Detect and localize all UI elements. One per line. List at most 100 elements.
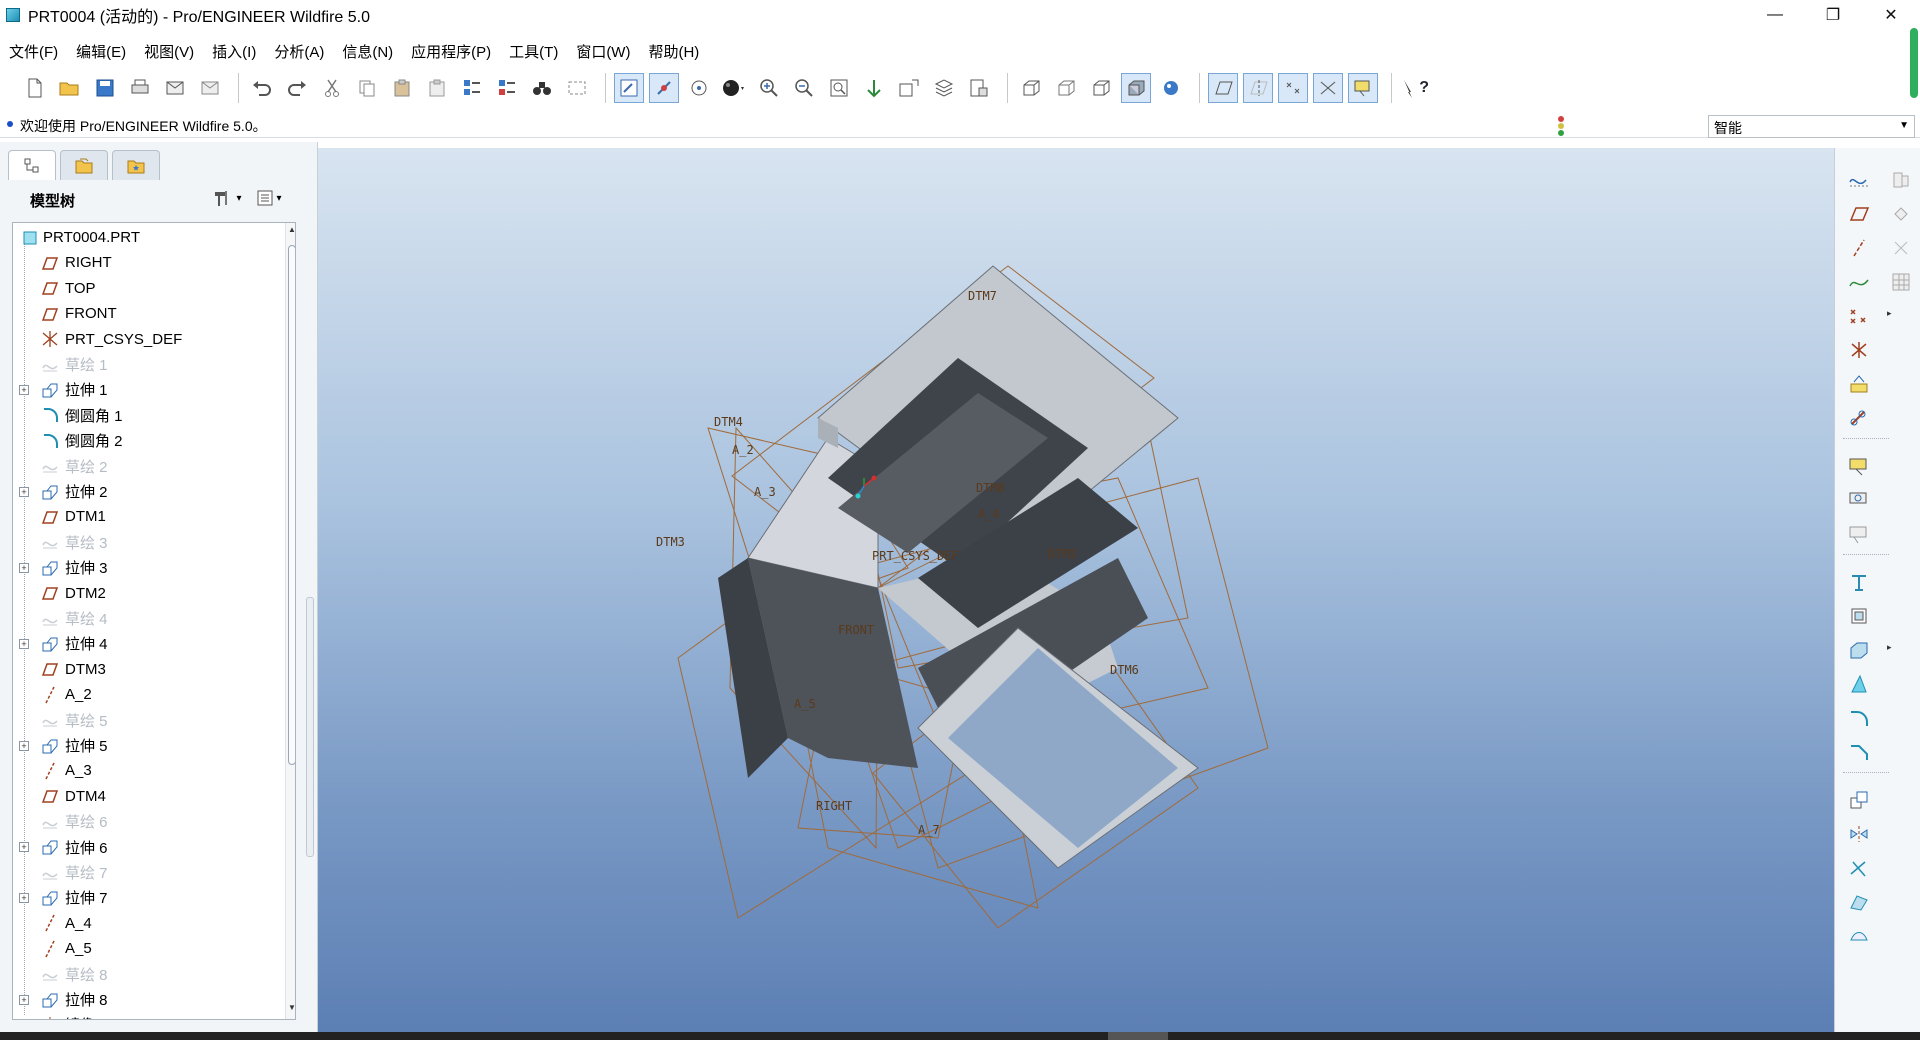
tree-item[interactable]: 草绘 4 [13, 606, 283, 631]
expand-arrow-icon[interactable]: ▸ [1887, 308, 1892, 319]
revolve-tool-button[interactable] [1845, 602, 1873, 630]
tree-expand-icon[interactable]: + [19, 384, 29, 395]
tree-show-button[interactable]: ▾ [248, 186, 290, 210]
regenerate-button[interactable] [457, 73, 487, 103]
chamfer-tool-button[interactable] [1845, 738, 1873, 766]
open-button[interactable] [55, 73, 85, 103]
redo-button[interactable] [282, 73, 312, 103]
appearance-button[interactable] [719, 73, 749, 103]
shell-tool-button[interactable] [1845, 636, 1873, 664]
tree-item[interactable]: + 拉伸 3 [13, 555, 283, 580]
rib-tool-button[interactable] [1845, 670, 1873, 698]
tree-item[interactable]: 倒圆角 2 [13, 428, 283, 453]
tree-item[interactable]: DTM4 [13, 784, 283, 809]
datum-points-toggle[interactable] [1278, 73, 1308, 103]
close-button[interactable]: ✕ [1862, 0, 1920, 30]
paste-button[interactable] [387, 73, 417, 103]
tree-item[interactable]: + 拉伸 1 [13, 377, 283, 402]
csys-toggle[interactable] [1313, 73, 1343, 103]
note-tool-button[interactable] [1845, 452, 1873, 480]
datum-curve-tool-button[interactable] [1845, 268, 1873, 296]
restore-button[interactable]: ❐ [1804, 0, 1862, 30]
pattern-tool-button[interactable] [1845, 786, 1873, 814]
tree-expand-icon[interactable]: + [19, 842, 29, 853]
menu-info[interactable]: 信息(N) [333, 41, 402, 62]
menu-tools[interactable]: 工具(T) [500, 41, 567, 62]
tree-item[interactable]: 草绘 5 [13, 708, 283, 733]
tree-item[interactable]: + 拉伸 5 [13, 733, 283, 758]
shrinkwrap-button[interactable] [1887, 234, 1915, 262]
tree-item[interactable]: + 拉伸 2 [13, 479, 283, 504]
zoom-in-button[interactable] [754, 73, 784, 103]
tree-item[interactable]: DTM3 [13, 657, 283, 682]
print-button[interactable] [125, 73, 155, 103]
menu-view[interactable]: 视图(V) [135, 41, 203, 62]
csys-tool-button[interactable] [1845, 336, 1873, 364]
tab-model-tree[interactable] [8, 150, 56, 180]
tree-item[interactable]: PRT_CSYS_DEF [13, 327, 283, 352]
datum-planes-toggle[interactable] [1208, 73, 1238, 103]
tree-item[interactable]: + 拉伸 7 [13, 885, 283, 910]
tree-item[interactable]: + 拉伸 6 [13, 835, 283, 860]
regen-manager-button[interactable] [492, 73, 522, 103]
tree-item[interactable]: 草绘 7 [13, 860, 283, 885]
tree-item[interactable]: DTM1 [13, 504, 283, 529]
saved-views-button[interactable] [894, 73, 924, 103]
tree-item[interactable]: + 拉伸 4 [13, 631, 283, 656]
reorient-button[interactable] [859, 73, 889, 103]
tree-item[interactable]: A_3 [13, 758, 283, 783]
symbol-tool-button[interactable] [1845, 486, 1873, 514]
zoom-out-button[interactable] [789, 73, 819, 103]
model-view[interactable]: DTM7 DTM4 DTM3 DTM8 DTM2 DTM6 A_2 A_3 A_… [318, 148, 1834, 1032]
tree-item[interactable]: + 拉伸 8 [13, 987, 283, 1012]
tree-item[interactable]: 草绘 3 [13, 530, 283, 555]
datum-axes-toggle[interactable] [1243, 73, 1273, 103]
graphics-window[interactable]: DTM7 DTM4 DTM3 DTM8 DTM2 DTM6 A_2 A_3 A_… [318, 148, 1834, 1032]
send-mail-button[interactable] [160, 73, 190, 103]
paste-special-button[interactable] [422, 73, 452, 103]
menu-applications[interactable]: 应用程序(P) [402, 41, 500, 62]
enhanced-realism-button[interactable] [1156, 73, 1186, 103]
tree-expand-icon[interactable]: + [19, 994, 29, 1005]
expand-arrow-icon[interactable]: ▸ [1887, 642, 1892, 653]
tree-item[interactable]: 草绘 1 [13, 352, 283, 377]
tree-expand-icon[interactable]: + [19, 740, 29, 751]
tree-expand-icon[interactable]: + [19, 562, 29, 573]
tree-item[interactable]: DTM2 [13, 581, 283, 606]
datum-plane-tool-button[interactable] [1845, 200, 1873, 228]
annotations-toggle[interactable] [1348, 73, 1378, 103]
tree-item[interactable]: A_2 [13, 682, 283, 707]
assembly-tool-button[interactable] [1887, 166, 1915, 194]
tree-item[interactable]: RIGHT [13, 250, 283, 275]
spin-center-button[interactable] [649, 73, 679, 103]
menu-insert[interactable]: 插入(I) [203, 41, 265, 62]
copy-geometry-button[interactable] [1887, 200, 1915, 228]
menu-analysis[interactable]: 分析(A) [265, 41, 333, 62]
hidden-line-button[interactable] [1051, 73, 1081, 103]
tree-item[interactable]: FRONT [13, 301, 283, 326]
tree-item[interactable]: 倒圆角 1 [13, 403, 283, 428]
no-hidden-button[interactable] [1086, 73, 1116, 103]
menu-help[interactable]: 帮助(H) [639, 41, 708, 62]
tree-expand-icon[interactable]: + [19, 638, 29, 649]
tab-favorites[interactable] [112, 150, 160, 180]
tree-expand-icon[interactable]: + [19, 892, 29, 903]
chain-tool-button[interactable] [1845, 404, 1873, 432]
tree-settings-button[interactable]: ▾ [206, 186, 248, 210]
datum-axis-tool-button[interactable] [1845, 234, 1873, 262]
mirror-tool-button[interactable] [1845, 820, 1873, 848]
context-help-button[interactable]: ? [1400, 73, 1430, 103]
datum-point-tool-button[interactable] [1845, 302, 1873, 330]
find-button[interactable] [527, 73, 557, 103]
scroll-down-icon[interactable]: ▼ [286, 1003, 295, 1015]
table-tool-button[interactable] [1887, 268, 1915, 296]
menu-window[interactable]: 窗口(W) [567, 41, 639, 62]
tree-item[interactable]: A_5 [13, 936, 283, 961]
tree-scrollbar[interactable]: ▲ ▼ [285, 223, 295, 1019]
tab-folder-browser[interactable] [60, 150, 108, 180]
selection-filter-dropdown[interactable]: 智能 ▼ [1708, 115, 1915, 138]
view-manager-button[interactable] [964, 73, 994, 103]
tree-item[interactable]: +镜像 1 [13, 1012, 283, 1019]
new-file-button[interactable] [20, 73, 50, 103]
cut-button[interactable] [317, 73, 347, 103]
